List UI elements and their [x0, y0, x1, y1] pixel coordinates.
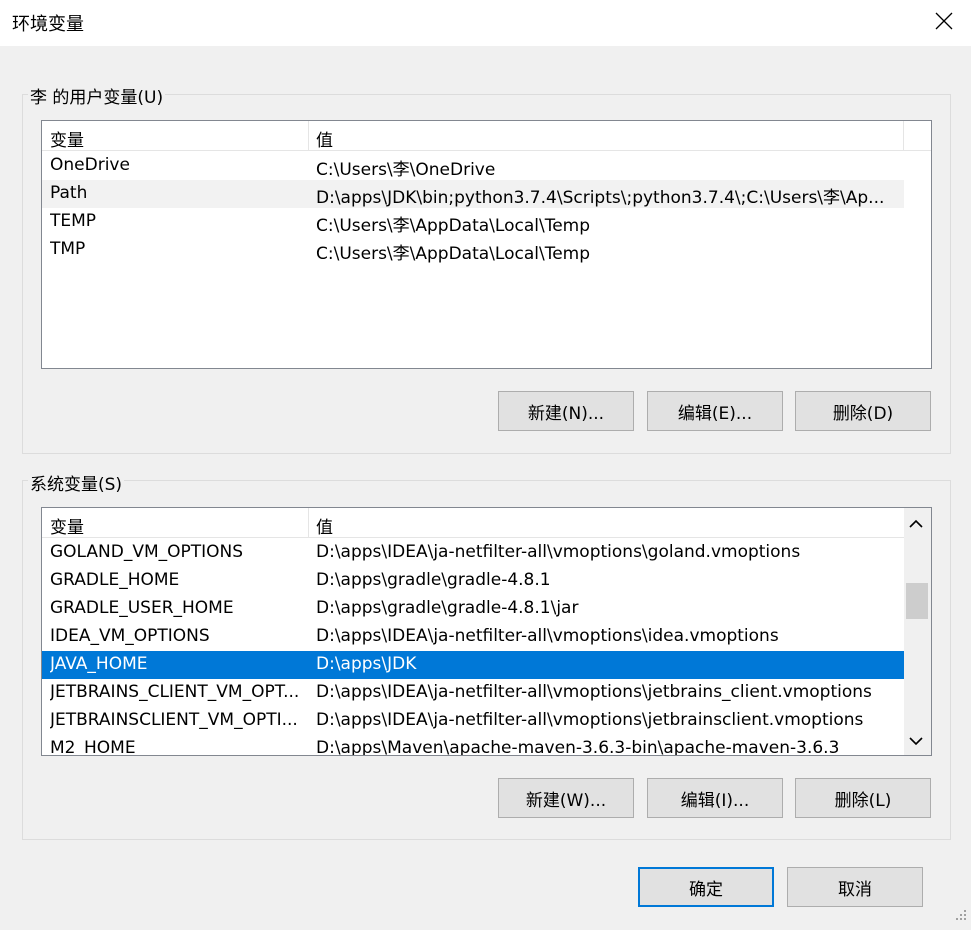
table-row[interactable]: GRADLE_HOME D:\apps\gradle\gradle-4.8.1 — [42, 567, 904, 595]
var-value: D:\apps\IDEA\ja-netfilter-all\vmoptions\… — [316, 626, 779, 646]
column-header-name[interactable]: 变量 — [50, 126, 84, 151]
scroll-down-button[interactable] — [904, 727, 928, 755]
var-name: OneDrive — [50, 155, 130, 175]
table-row[interactable]: IDEA_VM_OPTIONS D:\apps\IDEA\ja-netfilte… — [42, 623, 904, 651]
close-button[interactable] — [927, 6, 961, 40]
var-value: D:\apps\gradle\gradle-4.8.1\jar — [316, 598, 579, 618]
var-name: IDEA_VM_OPTIONS — [50, 626, 210, 646]
column-header-value[interactable]: 值 — [316, 513, 333, 538]
table-row[interactable]: TEMP C:\Users\李\AppData\Local\Temp — [42, 208, 904, 236]
var-name: JETBRAINSCLIENT_VM_OPTI... — [50, 710, 298, 730]
system-vars-header: 变量 值 — [42, 508, 931, 538]
ok-button[interactable]: 确定 — [638, 867, 774, 907]
chevron-down-icon — [909, 731, 923, 751]
var-value: C:\Users\李\AppData\Local\Temp — [316, 216, 591, 236]
var-value: D:\apps\IDEA\ja-netfilter-all\vmoptions\… — [316, 710, 864, 730]
resize-grip-icon[interactable] — [955, 906, 967, 926]
system-vars-scrollbar[interactable] — [904, 508, 931, 755]
var-value: C:\Users\李\OneDrive — [316, 160, 496, 180]
table-row-selected[interactable]: JAVA_HOME D:\apps\JDK — [42, 651, 904, 679]
cancel-button[interactable]: 取消 — [787, 867, 923, 907]
user-delete-button[interactable]: 删除(D) — [795, 391, 931, 431]
system-vars-list[interactable]: 变量 值 GOLAND_VM_OPTIONS D:\apps\IDEA\ja-n… — [41, 507, 932, 756]
var-value: D:\apps\JDK\bin;python3.7.4\Scripts\;pyt… — [316, 188, 885, 208]
table-row[interactable]: GOLAND_VM_OPTIONS D:\apps\IDEA\ja-netfil… — [42, 539, 904, 567]
var-value: D:\apps\Maven\apache-maven-3.6.3-bin\apa… — [316, 738, 840, 755]
window-title: 环境变量 — [12, 14, 84, 35]
system-new-button[interactable]: 新建(W)... — [498, 778, 634, 818]
table-row[interactable]: JETBRAINSCLIENT_VM_OPTI... D:\apps\IDEA\… — [42, 707, 904, 735]
table-row[interactable]: TMP C:\Users\李\AppData\Local\Temp — [42, 236, 904, 264]
user-new-button[interactable]: 新建(N)... — [498, 391, 634, 431]
system-vars-group-label: 系统变量(S) — [28, 470, 125, 495]
user-vars-list[interactable]: 变量 值 OneDrive C:\Users\李\OneDrive Path D… — [41, 120, 932, 369]
scroll-up-button[interactable] — [904, 510, 928, 538]
var-value: D:\apps\IDEA\ja-netfilter-all\vmoptions\… — [316, 682, 872, 702]
table-row[interactable]: GRADLE_USER_HOME D:\apps\gradle\gradle-4… — [42, 595, 904, 623]
user-vars-header: 变量 值 — [42, 121, 931, 151]
var-name: GRADLE_USER_HOME — [50, 598, 234, 618]
table-row[interactable]: Path D:\apps\JDK\bin;python3.7.4\Scripts… — [42, 180, 904, 208]
var-value: D:\apps\gradle\gradle-4.8.1 — [316, 570, 551, 590]
system-edit-button[interactable]: 编辑(I)... — [647, 778, 783, 818]
table-row[interactable]: M2_HOME D:\apps\Maven\apache-maven-3.6.3… — [42, 735, 904, 755]
table-row[interactable]: JETBRAINS_CLIENT_VM_OPT... D:\apps\IDEA\… — [42, 679, 904, 707]
var-name: JETBRAINS_CLIENT_VM_OPT... — [50, 682, 300, 702]
var-name: GOLAND_VM_OPTIONS — [50, 542, 244, 562]
var-name: TMP — [50, 239, 86, 259]
user-vars-group-label: 李 的用户变量(U) — [28, 83, 166, 108]
var-value: C:\Users\李\AppData\Local\Temp — [316, 244, 591, 264]
var-value: D:\apps\IDEA\ja-netfilter-all\vmoptions\… — [316, 542, 801, 562]
chevron-up-icon — [909, 514, 923, 534]
scroll-thumb[interactable] — [906, 583, 928, 619]
system-delete-button[interactable]: 删除(L) — [795, 778, 931, 818]
var-name: M2_HOME — [50, 738, 136, 755]
var-value: D:\apps\JDK — [316, 654, 417, 674]
var-name: TEMP — [50, 211, 97, 231]
close-icon — [935, 12, 953, 35]
title-bar: 环境变量 — [0, 0, 971, 46]
var-name: GRADLE_HOME — [50, 570, 180, 590]
column-header-name[interactable]: 变量 — [50, 513, 84, 538]
var-name: Path — [50, 183, 88, 203]
var-name: JAVA_HOME — [50, 654, 148, 674]
table-row[interactable]: OneDrive C:\Users\李\OneDrive — [42, 152, 904, 180]
column-header-value[interactable]: 值 — [316, 126, 333, 151]
user-edit-button[interactable]: 编辑(E)... — [647, 391, 783, 431]
